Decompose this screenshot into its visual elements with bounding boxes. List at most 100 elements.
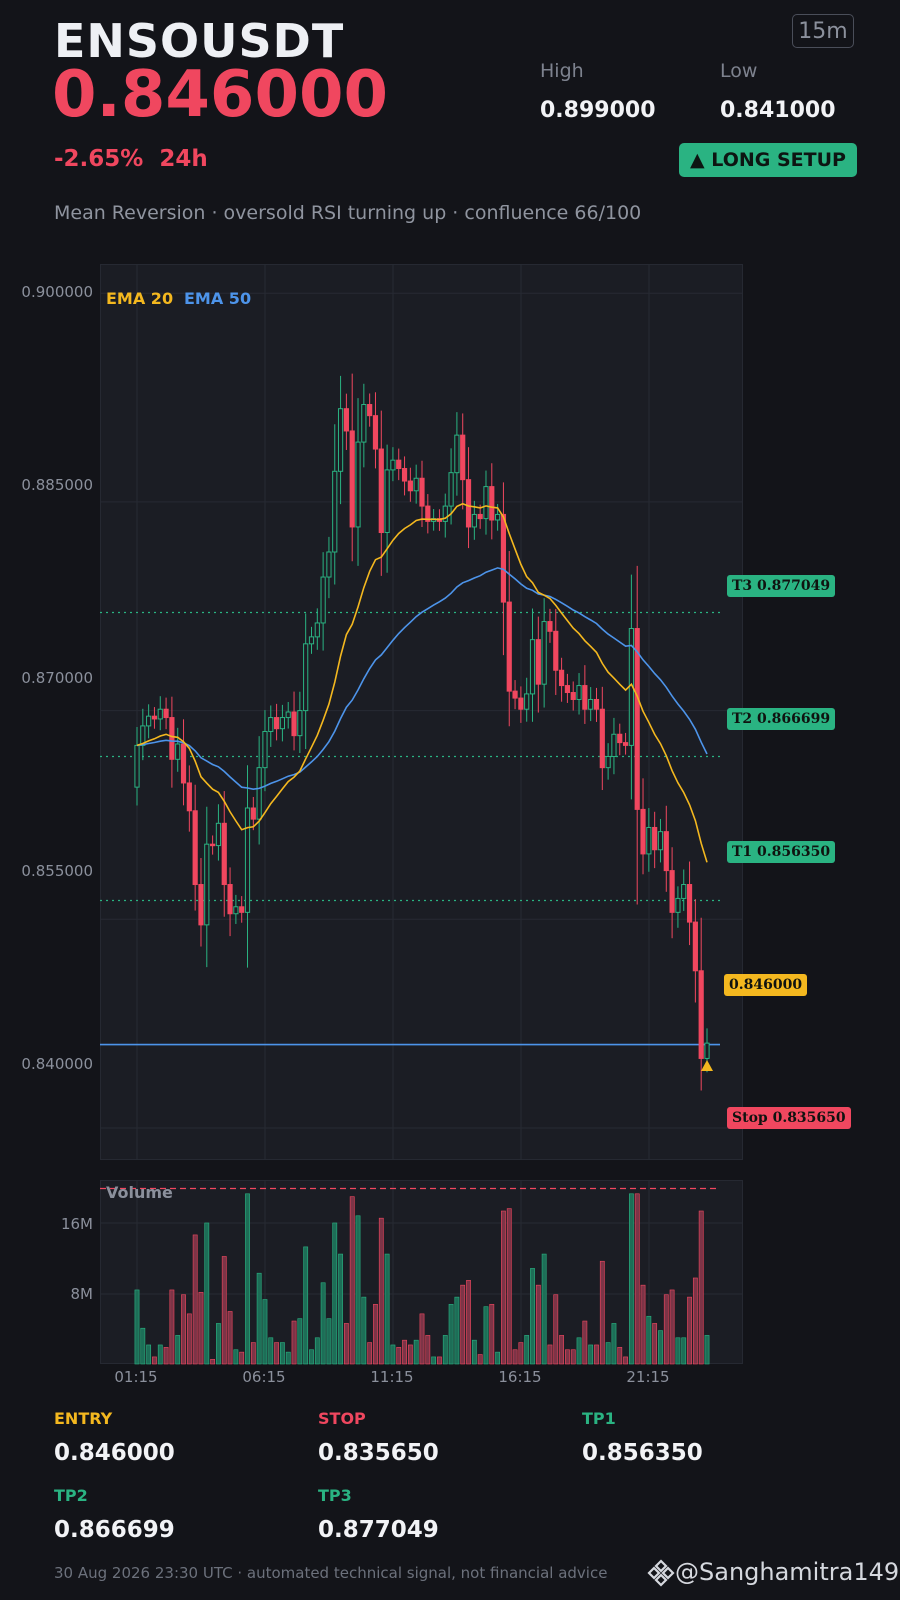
- candle-body: [215, 822, 222, 847]
- candle-body: [582, 685, 588, 710]
- volume-bar: [628, 1193, 634, 1365]
- volume-bar: [535, 1284, 541, 1365]
- current-price-tag: 0.846000: [724, 974, 808, 996]
- candle-body: [529, 639, 536, 695]
- candle-body: [518, 697, 524, 710]
- candle-body: [541, 621, 547, 685]
- candle-body: [320, 576, 326, 624]
- volume-bar: [576, 1337, 582, 1365]
- volume-bar: [314, 1337, 320, 1365]
- ema50-line: [136, 567, 708, 791]
- candle-body: [367, 404, 373, 417]
- volume-bar: [431, 1356, 437, 1365]
- signal-triangle-icon: [701, 1060, 713, 1071]
- candle-body: [180, 743, 187, 784]
- candle-body: [465, 479, 472, 528]
- volume-bar: [565, 1349, 570, 1365]
- volume-bar: [332, 1222, 338, 1365]
- volume-bar: [192, 1234, 198, 1365]
- volume-bar: [285, 1351, 291, 1365]
- volume-bar: [611, 1323, 617, 1365]
- candle-body: [704, 1042, 710, 1059]
- volume-bar: [687, 1296, 692, 1365]
- stop-value: 0.835650: [318, 1440, 439, 1466]
- volume-bar: [518, 1342, 524, 1365]
- ema20-legend: EMA 20: [106, 289, 174, 308]
- candle-body: [273, 717, 280, 730]
- candle-body: [256, 767, 262, 820]
- volume-bar: [623, 1356, 628, 1365]
- volume-title: Volume: [106, 1183, 173, 1202]
- candle-body: [326, 551, 332, 578]
- volume-bar: [559, 1335, 564, 1365]
- candle-body: [285, 711, 291, 719]
- tp3-value: 0.877049: [318, 1517, 439, 1543]
- volume-bar: [489, 1303, 495, 1365]
- volume-bar: [233, 1349, 239, 1365]
- candle-body: [500, 513, 507, 603]
- volume-bar: [605, 1342, 611, 1365]
- volume-bar: [582, 1320, 588, 1365]
- volume-bar: [640, 1284, 646, 1365]
- candle-body: [524, 693, 530, 710]
- volume-bar: [512, 1349, 518, 1365]
- candle-body: [186, 782, 192, 812]
- volume-bar: [245, 1193, 250, 1365]
- candle-body: [192, 810, 198, 886]
- volume-bar: [303, 1246, 309, 1365]
- tp1-label: TP1: [582, 1409, 616, 1428]
- candle-body: [407, 480, 413, 492]
- volume-bar: [477, 1354, 483, 1365]
- candle-body: [146, 715, 152, 727]
- ema20-line: [136, 502, 708, 863]
- volume-bar: [338, 1253, 343, 1365]
- volume-bar: [140, 1327, 146, 1365]
- volume-bar: [541, 1253, 547, 1365]
- candle-body: [448, 472, 454, 507]
- volume-bar: [599, 1260, 605, 1365]
- candle-body: [588, 698, 594, 710]
- candle-body: [617, 733, 623, 744]
- candle-body: [297, 710, 303, 737]
- volume-bar: [157, 1344, 163, 1365]
- entry-label: ENTRY: [54, 1409, 113, 1428]
- candle-body: [401, 468, 408, 482]
- candle-body: [553, 630, 559, 671]
- volume-bar: [466, 1280, 471, 1365]
- tp3-label: TP3: [318, 1486, 352, 1505]
- x-tick-label: 16:15: [498, 1368, 542, 1386]
- y-tick-label: 0.855000: [21, 862, 93, 880]
- footer-text: 30 Aug 2026 23:30 UTC · automated techni…: [54, 1564, 608, 1582]
- volume-bar: [553, 1294, 559, 1365]
- volume-bar: [646, 1315, 652, 1365]
- volume-bar: [524, 1335, 530, 1365]
- volume-bar: [361, 1296, 367, 1365]
- volume-bar: [152, 1356, 157, 1365]
- candle-body: [599, 708, 605, 769]
- volume-bar: [698, 1210, 704, 1365]
- volume-bar: [669, 1289, 675, 1365]
- candle-body: [547, 621, 553, 632]
- candle-body: [646, 826, 652, 855]
- candle-body: [163, 708, 169, 719]
- candle-body: [343, 408, 349, 432]
- candle-body: [652, 826, 658, 851]
- volume-bar: [256, 1272, 262, 1365]
- candle-body: [564, 685, 571, 694]
- volume-bar: [367, 1342, 373, 1365]
- candle-body: [332, 470, 338, 553]
- volume-bar: [501, 1210, 506, 1365]
- stop-label: STOP: [318, 1409, 366, 1428]
- candle-body: [495, 513, 501, 521]
- y-tick-label: 0.840000: [21, 1055, 93, 1073]
- y-tick-label: 0.900000: [21, 283, 93, 301]
- volume-bar: [198, 1292, 204, 1365]
- volume-bar: [617, 1347, 623, 1365]
- candle-body: [675, 897, 681, 913]
- volume-bar: [274, 1342, 279, 1365]
- volume-bar: [471, 1339, 477, 1365]
- candle-body: [384, 469, 390, 534]
- candle-body: [506, 601, 512, 692]
- volume-bar: [291, 1320, 297, 1365]
- volume-bar: [250, 1342, 256, 1365]
